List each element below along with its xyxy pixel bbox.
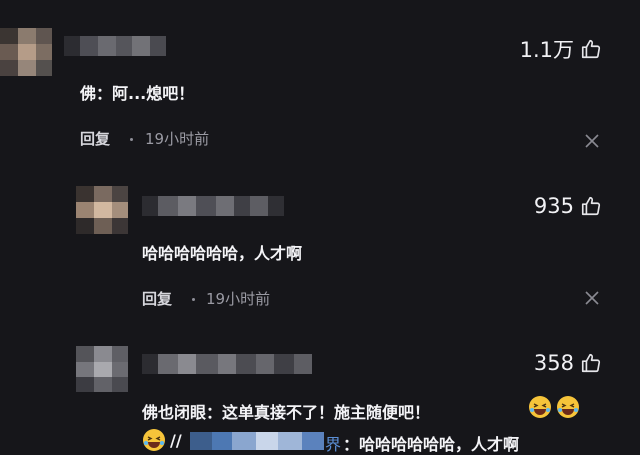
avatar[interactable] bbox=[76, 186, 128, 234]
mention-link-blurred[interactable] bbox=[190, 432, 324, 450]
like-count: 358 bbox=[533, 351, 574, 375]
timestamp: 19小时前 bbox=[145, 130, 210, 148]
like-button[interactable]: 358 bbox=[534, 351, 602, 375]
separator-dot bbox=[130, 138, 133, 141]
like-count: 1.1万 bbox=[519, 38, 574, 62]
comment-text: 哈哈哈哈哈哈，人才啊 bbox=[142, 244, 303, 263]
close-icon[interactable] bbox=[584, 290, 600, 306]
mention-prefix: // bbox=[170, 431, 182, 450]
like-count: 935 bbox=[533, 194, 574, 218]
comment-text: 佛也闭眼：这单真接不了！施主随便吧！ bbox=[142, 403, 431, 422]
laughing-emoji-icon bbox=[143, 429, 165, 451]
avatar[interactable] bbox=[76, 346, 128, 392]
username-blurred[interactable] bbox=[64, 36, 166, 56]
thumbs-up-icon bbox=[581, 353, 601, 373]
reply-button[interactable]: 回复 bbox=[142, 288, 172, 309]
laughing-emoji-icon bbox=[557, 396, 579, 418]
mention-suffix[interactable]: 界 bbox=[325, 431, 341, 455]
laughing-emoji-icon bbox=[529, 396, 551, 418]
thumbs-up-icon bbox=[581, 39, 601, 59]
like-button[interactable]: 935 bbox=[534, 194, 602, 218]
avatar[interactable] bbox=[0, 28, 52, 76]
separator-dot bbox=[192, 298, 195, 301]
like-button[interactable]: 1.1万 bbox=[520, 34, 602, 64]
thumbs-up-icon bbox=[581, 196, 601, 216]
comment-text: 佛：阿...熄吧！ bbox=[80, 84, 195, 103]
reply-button[interactable]: 回复 bbox=[80, 128, 110, 149]
close-icon[interactable] bbox=[584, 133, 600, 149]
username-blurred[interactable] bbox=[142, 354, 312, 374]
comment-text: ：哈哈哈哈哈哈，人才啊 bbox=[343, 435, 520, 454]
username-blurred[interactable] bbox=[142, 196, 284, 216]
timestamp: 19小时前 bbox=[206, 290, 271, 308]
